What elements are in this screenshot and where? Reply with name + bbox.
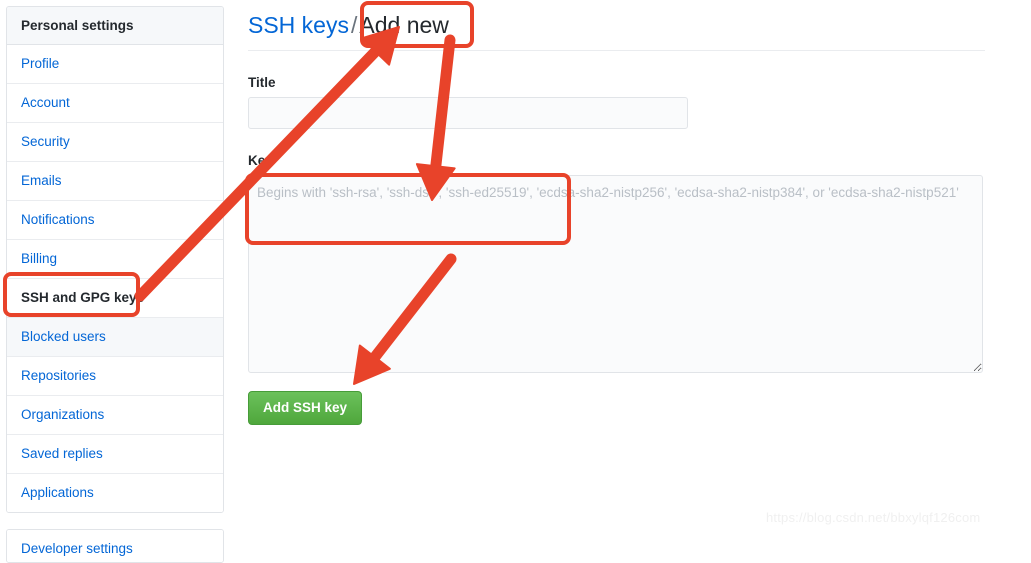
- sidebar-item-label: Organizations: [21, 407, 105, 422]
- developer-settings-panel: Developer settings: [6, 529, 224, 563]
- sidebar-item-notifications[interactable]: Notifications: [7, 201, 223, 240]
- sidebar-item-label: Security: [21, 134, 70, 149]
- breadcrumb-current-add-new: Add new: [359, 12, 449, 38]
- sidebar-item-label: Account: [21, 95, 70, 110]
- sidebar-item-label: Blocked users: [21, 329, 106, 344]
- sidebar-item-emails[interactable]: Emails: [7, 162, 223, 201]
- sidebar-item-label: Profile: [21, 56, 60, 71]
- sidebar-item-account[interactable]: Account: [7, 84, 223, 123]
- main-content: SSH keys/Add new Title Key Add SSH key: [248, 8, 985, 425]
- sidebar-header: Personal settings: [7, 7, 223, 45]
- sidebar-item-label: Notifications: [21, 212, 95, 227]
- sidebar-item-label: SSH and GPG keys: [21, 290, 145, 305]
- developer-settings-header: Developer settings: [7, 530, 223, 562]
- watermark: https://blog.csdn.net/bbxylqf126com: [766, 510, 981, 525]
- breadcrumb-separator: /: [350, 12, 358, 38]
- personal-settings-panel: Personal settings Profile Account Security…: [6, 6, 224, 513]
- sidebar-item-security[interactable]: Security: [7, 123, 223, 162]
- sidebar-item-organizations[interactable]: Organizations: [7, 396, 223, 435]
- sidebar-item-label: Repositories: [21, 368, 97, 383]
- sidebar-item-saved-replies[interactable]: Saved replies: [7, 435, 223, 474]
- breadcrumb: SSH keys/Add new: [248, 8, 985, 51]
- key-field-label: Key: [248, 153, 273, 168]
- settings-sidebar: Personal settings Profile Account Security…: [6, 6, 224, 563]
- sidebar-item-label: Emails: [21, 173, 62, 188]
- sidebar-item-label: Saved replies: [21, 446, 103, 461]
- add-ssh-key-button[interactable]: Add SSH key: [248, 391, 363, 425]
- sidebar-item-label: Applications: [21, 485, 94, 500]
- sidebar-item-ssh-and-gpg-keys[interactable]: SSH and GPG keys: [7, 279, 223, 318]
- sidebar-item-label: Billing: [21, 251, 58, 266]
- sidebar-item-blocked-users[interactable]: Blocked users: [7, 318, 223, 357]
- sidebar-item-profile[interactable]: Profile: [7, 45, 223, 84]
- key-input[interactable]: [248, 175, 983, 373]
- sidebar-nav-list: Profile Account Security Emails Notification…: [7, 45, 223, 512]
- title-input[interactable]: [248, 97, 688, 129]
- sidebar-item-billing[interactable]: Billing: [7, 240, 223, 279]
- title-field-label: Title: [248, 75, 276, 90]
- sidebar-item-applications[interactable]: Applications: [7, 474, 223, 512]
- sidebar-item-repositories[interactable]: Repositories: [7, 357, 223, 396]
- breadcrumb-link-ssh-keys[interactable]: SSH keys: [248, 12, 349, 38]
